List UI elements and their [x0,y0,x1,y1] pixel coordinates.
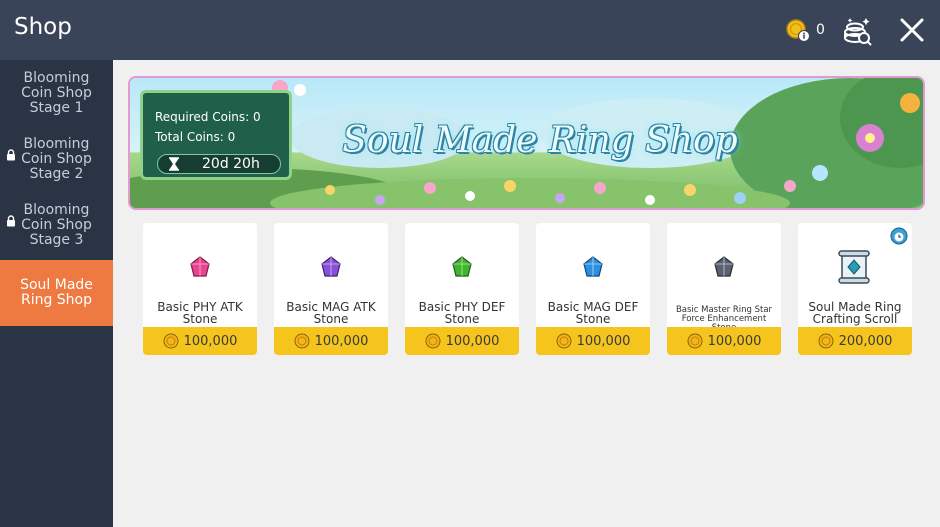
header-bar: Shop 0 [0,0,940,60]
coin-info-icon[interactable] [786,18,810,42]
item-name: Basic MAG DEF Stone [547,300,639,326]
phy-def-stone-icon [452,256,472,277]
item-card[interactable]: Basic MAG ATK Stone 100,000 [274,223,388,355]
close-icon [900,18,924,42]
enhancement-stone-icon [714,256,734,277]
coin-icon [294,333,310,349]
item-name: Basic PHY DEF Stone [418,300,506,326]
tab-soul-made-ring-shop[interactable]: Soul Made Ring Shop [0,260,113,326]
buy-button[interactable]: 100,000 [667,327,781,355]
banner-title: Soul Made Ring Shop [342,120,738,161]
timer-text: 20d 20h [202,156,260,172]
coin-storage-button[interactable] [840,14,874,48]
coin-icon [163,333,179,349]
item-name: Basic MAG ATK Stone [286,300,376,326]
phy-atk-stone-icon [190,256,210,277]
event-timer: 20d 20h [157,154,281,174]
coin-count: 0 [816,22,825,38]
total-coins: Total Coins: 0 [155,130,236,144]
buy-button[interactable]: 100,000 [143,327,257,355]
buy-button[interactable]: 100,000 [274,327,388,355]
mag-def-stone-icon [583,256,603,277]
sidebar: Blooming Coin Shop Stage 1 Blooming Coin… [0,60,113,527]
tab-blooming-coin-shop-stage-2[interactable]: Blooming Coin Shop Stage 2 [0,126,113,192]
shop-content: Required Coins: 0 Total Coins: 0 20d 20h… [113,60,940,527]
close-button[interactable] [896,14,928,46]
item-name: Basic PHY ATK Stone [157,300,243,326]
mag-atk-stone-icon [321,256,341,277]
item-card[interactable]: Soul Made Ring Crafting Scroll 200,000 [798,223,912,355]
coin-counter[interactable]: 0 [786,18,825,42]
item-name: Soul Made Ring Crafting Scroll [808,300,902,326]
coin-info-panel: Required Coins: 0 Total Coins: 0 20d 20h [140,90,292,180]
buy-button[interactable]: 100,000 [536,327,650,355]
tab-blooming-coin-shop-stage-1[interactable]: Blooming Coin Shop Stage 1 [0,60,113,126]
tab-label: Blooming Coin Shop Stage 2 [21,135,92,182]
required-coins: Required Coins: 0 [155,110,261,124]
tab-label: Soul Made Ring Shop [20,277,93,308]
coin-icon [687,333,703,349]
buy-button[interactable]: 200,000 [798,327,912,355]
crafting-scroll-icon [838,250,870,284]
item-card[interactable]: Basic MAG DEF Stone 100,000 [536,223,650,355]
tab-label: Blooming Coin Shop Stage 3 [21,201,92,248]
tab-label: Blooming Coin Shop Stage 1 [21,69,92,116]
hourglass-icon [169,157,179,171]
item-price: 100,000 [576,333,631,349]
item-price: 100,000 [445,333,500,349]
lock-icon [7,149,15,161]
buy-button[interactable]: 100,000 [405,327,519,355]
item-card[interactable]: Basic Master Ring Star Force Enhancement… [667,223,781,355]
lock-icon [7,215,15,227]
coin-icon [556,333,572,349]
item-price: 100,000 [707,333,762,349]
item-price: 200,000 [838,333,893,349]
item-card[interactable]: Basic PHY ATK Stone 100,000 [143,223,257,355]
item-price: 100,000 [183,333,238,349]
item-card[interactable]: Basic PHY DEF Stone 100,000 [405,223,519,355]
coin-icon [425,333,441,349]
coin-storage-icon [844,18,872,46]
coin-icon [818,333,834,349]
page-title: Shop [14,14,72,40]
shop-banner: Required Coins: 0 Total Coins: 0 20d 20h… [128,76,925,210]
tab-blooming-coin-shop-stage-3[interactable]: Blooming Coin Shop Stage 3 [0,192,113,258]
item-price: 100,000 [314,333,369,349]
time-limit-icon [890,227,908,245]
